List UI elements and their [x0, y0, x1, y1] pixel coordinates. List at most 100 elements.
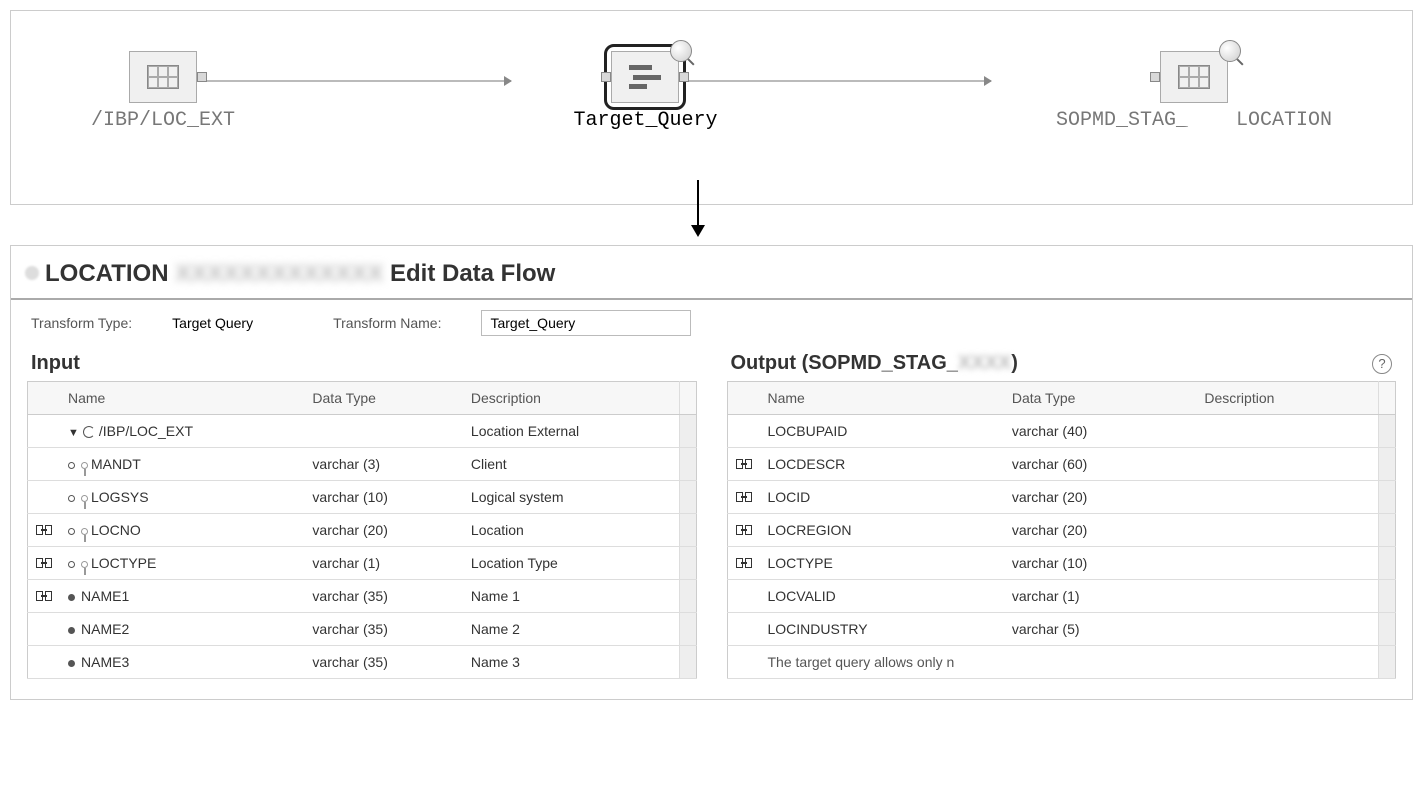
output-pane: Output (SOPMD_STAG_XXXX) ? Name Data Typ… [727, 346, 1397, 679]
col-name[interactable]: Name [760, 382, 1004, 415]
row-description: Name 2 [463, 613, 679, 646]
input-port[interactable] [1150, 72, 1160, 82]
table-row[interactable]: LOCTYPE varchar (10) [727, 547, 1396, 580]
key-icon [81, 528, 88, 535]
source-node-label: /IBP/LOC_EXT [91, 109, 235, 132]
row-description: Location Type [463, 547, 679, 580]
col-datatype[interactable]: Data Type [1004, 382, 1197, 415]
mapped-icon [736, 492, 752, 502]
table-icon [147, 65, 179, 89]
row-name: LOCID [760, 481, 1004, 514]
detail-link-arrow [697, 180, 699, 235]
transform-name-input[interactable] [481, 310, 691, 336]
data-flow-diagram: /IBP/LOC_EXT Target_Query SOPMD_STAG_XXX… [10, 10, 1413, 205]
row-name: LOCDESCR [760, 448, 1004, 481]
mapped-icon [36, 591, 52, 601]
input-title: Input [31, 352, 80, 375]
output-title: Output (SOPMD_STAG_XXXX) [731, 352, 1018, 375]
row-datatype: varchar (20) [1004, 481, 1197, 514]
row-datatype: varchar (10) [304, 481, 463, 514]
key-icon [81, 495, 88, 502]
table-row[interactable]: NAME2 varchar (35) Name 2 [28, 613, 697, 646]
mapped-icon [736, 459, 752, 469]
target-query-node[interactable] [611, 51, 679, 103]
row-datatype: varchar (1) [1004, 580, 1197, 613]
table-row[interactable]: LOCBUPAID varchar (40) [727, 415, 1396, 448]
input-port[interactable] [601, 72, 611, 82]
mapped-icon [736, 558, 752, 568]
row-datatype [304, 415, 463, 448]
target-node[interactable] [1160, 51, 1228, 103]
key-icon [81, 462, 88, 469]
transform-type-label: Transform Type: [31, 315, 132, 331]
panel-title: LOCATION XXXXXXXXXXXXX Edit Data Flow [11, 246, 1412, 300]
help-icon[interactable]: ? [1372, 354, 1392, 374]
target-node-label: SOPMD_STAG_XXXXLOCATION [1056, 109, 1332, 132]
table-row[interactable]: ▼/IBP/LOC_EXT Location External [28, 415, 697, 448]
row-datatype: varchar (20) [304, 514, 463, 547]
output-table[interactable]: Name Data Type Description LOCBUPAID var… [727, 381, 1397, 679]
expander-icon[interactable]: ▼ [68, 427, 79, 439]
row-name: NAME2 [81, 621, 129, 637]
table-row[interactable]: LOCDESCR varchar (60) [727, 448, 1396, 481]
row-description [1196, 415, 1378, 448]
table-row[interactable]: NAME1 varchar (35) Name 1 [28, 580, 697, 613]
table-row[interactable]: LOCREGION varchar (20) [727, 514, 1396, 547]
row-datatype: varchar (35) [304, 580, 463, 613]
row-description: Client [463, 448, 679, 481]
row-datatype: varchar (5) [1004, 613, 1197, 646]
sync-icon [83, 426, 95, 438]
row-datatype: varchar (20) [1004, 514, 1197, 547]
magnify-icon[interactable] [670, 40, 692, 62]
magnify-icon[interactable] [1219, 40, 1241, 62]
query-icon [629, 65, 661, 89]
row-name: LOCTYPE [91, 555, 156, 571]
table-row[interactable]: LOCINDUSTRY varchar (5) [727, 613, 1396, 646]
col-datatype[interactable]: Data Type [304, 382, 463, 415]
table-row[interactable]: NAME3 varchar (35) Name 3 [28, 646, 697, 679]
row-description [1196, 481, 1378, 514]
row-description: Logical system [463, 481, 679, 514]
row-name: LOCINDUSTRY [760, 613, 1004, 646]
table-row[interactable]: LOCTYPE varchar (1) Location Type [28, 547, 697, 580]
transform-info-row: Transform Type: Target Query Transform N… [11, 300, 1412, 346]
table-row[interactable]: LOCID varchar (20) [727, 481, 1396, 514]
col-description[interactable]: Description [463, 382, 679, 415]
transform-name-label: Transform Name: [333, 315, 441, 331]
row-description: Location [463, 514, 679, 547]
row-description: Location External [463, 415, 679, 448]
table-row[interactable]: MANDT varchar (3) Client [28, 448, 697, 481]
table-row[interactable]: LOGSYS varchar (10) Logical system [28, 481, 697, 514]
transform-detail-panel: LOCATION XXXXXXXXXXXXX Edit Data Flow Tr… [10, 245, 1413, 700]
table-row[interactable]: LOCVALID varchar (1) [727, 580, 1396, 613]
row-datatype: varchar (3) [304, 448, 463, 481]
input-table[interactable]: Name Data Type Description ▼/IBP/LOC_EXT… [27, 381, 697, 679]
query-node-label: Target_Query [573, 109, 717, 132]
input-pane: Input Name Data Type Description ▼/IBP/L… [27, 346, 697, 679]
table-icon [1178, 65, 1210, 89]
row-description [1196, 514, 1378, 547]
row-name: NAME3 [81, 654, 129, 670]
field-bullet-icon [68, 627, 75, 634]
row-description [1196, 547, 1378, 580]
col-name[interactable]: Name [60, 382, 304, 415]
source-node[interactable] [129, 51, 197, 103]
row-description [1196, 448, 1378, 481]
connector-arrow-1 [191, 80, 511, 82]
mapped-icon [736, 525, 752, 535]
field-bullet-icon [68, 495, 75, 502]
output-port[interactable] [197, 72, 207, 82]
output-port[interactable] [679, 72, 689, 82]
output-note: The target query allows only n [760, 646, 1379, 679]
row-name: LOCNO [91, 522, 141, 538]
table-row[interactable]: LOCNO varchar (20) Location [28, 514, 697, 547]
mapped-icon [36, 525, 52, 535]
row-datatype: varchar (1) [304, 547, 463, 580]
field-bullet-icon [68, 594, 75, 601]
row-datatype: varchar (35) [304, 613, 463, 646]
mapped-icon [36, 558, 52, 568]
col-description[interactable]: Description [1196, 382, 1378, 415]
row-name: LOCTYPE [760, 547, 1004, 580]
row-name: NAME1 [81, 588, 129, 604]
row-name: LOCREGION [760, 514, 1004, 547]
